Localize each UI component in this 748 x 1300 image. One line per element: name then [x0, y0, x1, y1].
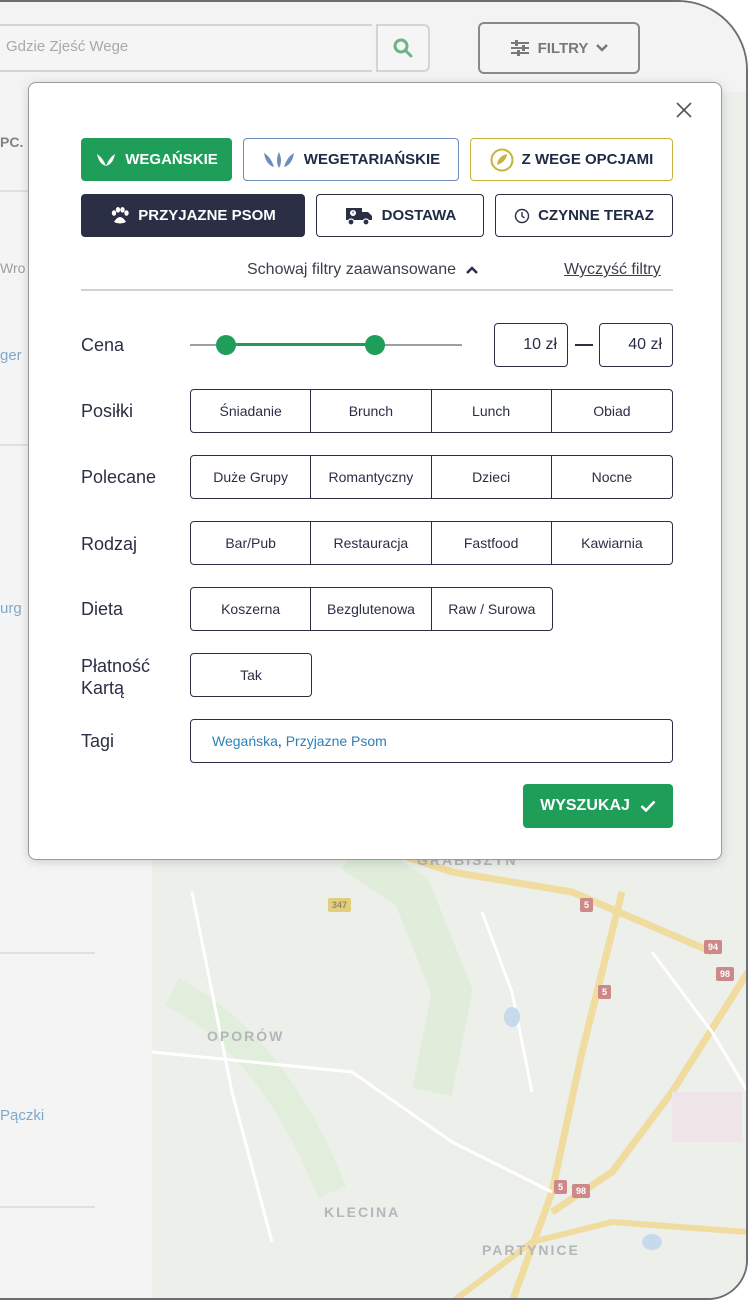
- recommended-option[interactable]: Romantyczny: [311, 456, 432, 498]
- advanced-filters-toggle[interactable]: Schowaj filtry zaawansowane: [247, 261, 478, 279]
- device-frame: Gdzie Zjeść Wege FILTRY PC. Wro ger urg …: [0, 0, 748, 1300]
- diet-option[interactable]: Raw / Surowa: [432, 588, 552, 630]
- check-icon: [640, 800, 656, 812]
- close-button[interactable]: [673, 101, 695, 123]
- type-option[interactable]: Kawiarnia: [552, 522, 672, 564]
- meals-label: Posiłki: [81, 401, 134, 421]
- card-payment-option[interactable]: Tak: [191, 654, 311, 696]
- advanced-filters-label: Schowaj filtry zaawansowane: [247, 261, 456, 278]
- chip-open-now[interactable]: CZYNNE TERAZ: [495, 194, 673, 237]
- chip-vegan[interactable]: WEGAŃSKIE: [81, 138, 232, 181]
- card-payment-label: Płatność Kartą: [81, 655, 150, 699]
- close-icon: [676, 102, 692, 118]
- filters-modal: WEGAŃSKIE WEGETARIAŃSKIE Z WEGE OPCJAMI: [28, 82, 722, 860]
- type-option[interactable]: Fastfood: [432, 522, 552, 564]
- recommended-label: Polecane: [81, 467, 157, 487]
- chip-open-now-label: CZYNNE TERAZ: [538, 207, 654, 224]
- meal-option[interactable]: Obiad: [552, 390, 672, 432]
- clock-icon: [514, 208, 530, 223]
- diet-option[interactable]: Bezglutenowa: [311, 588, 432, 630]
- chip-dog-friendly[interactable]: PRZYJAZNE PSOM: [81, 194, 305, 237]
- diet-option[interactable]: Koszerna: [191, 588, 312, 630]
- chip-vegetarian[interactable]: WEGETARIAŃSKIE: [243, 138, 459, 181]
- price-slider-min-handle[interactable]: [216, 335, 236, 355]
- clear-filters-link[interactable]: Wyczyść filtry: [564, 261, 661, 279]
- search-submit-label: WYSZUKAJ: [540, 797, 630, 814]
- chip-vegetarian-label: WEGETARIAŃSKIE: [303, 151, 441, 168]
- price-label: Cena: [81, 335, 125, 355]
- tags-label: Tagi: [81, 731, 115, 751]
- meals-options: Śniadanie Brunch Lunch Obiad: [190, 389, 673, 433]
- tags-input[interactable]: Wegańska, Przyjazne Psom: [190, 719, 673, 763]
- paw-icon: [112, 206, 129, 223]
- chip-delivery-label: DOSTAWA: [381, 207, 457, 224]
- price-dash: [575, 344, 593, 346]
- section-divider: [81, 289, 673, 291]
- recommended-options: Duże Grupy Romantyczny Dzieci Nocne: [190, 455, 673, 499]
- price-max-input[interactable]: 40 zł: [599, 323, 673, 367]
- type-option[interactable]: Restauracja: [311, 522, 432, 564]
- type-label: Rodzaj: [81, 534, 138, 554]
- chip-vege-options[interactable]: Z WEGE OPCJAMI: [470, 138, 673, 181]
- chip-dog-friendly-label: PRZYJAZNE PSOM: [138, 207, 276, 224]
- price-min-input[interactable]: 10 zł: [494, 323, 568, 367]
- card-payment-label-line2: Kartą: [81, 678, 125, 698]
- tag-item[interactable]: Przyjazne Psom: [286, 733, 387, 749]
- diet-label: Dieta: [81, 599, 124, 619]
- price-slider-max-handle[interactable]: [365, 335, 385, 355]
- chip-vege-options-label: Z WEGE OPCJAMI: [521, 151, 654, 168]
- price-slider-range: [227, 343, 377, 346]
- search-submit-button[interactable]: WYSZUKAJ: [523, 784, 673, 828]
- leaves-icon: [263, 151, 294, 168]
- leaf-icon: [97, 153, 116, 166]
- recommended-option[interactable]: Nocne: [552, 456, 672, 498]
- meal-option[interactable]: Lunch: [432, 390, 552, 432]
- recommended-option[interactable]: Dzieci: [432, 456, 552, 498]
- type-option[interactable]: Bar/Pub: [191, 522, 312, 564]
- card-payment-label-line1: Płatność: [81, 656, 151, 676]
- chip-vegan-label: WEGAŃSKIE: [125, 151, 218, 168]
- meal-option[interactable]: Śniadanie: [191, 390, 312, 432]
- type-options: Bar/Pub Restauracja Fastfood Kawiarnia: [190, 521, 673, 565]
- chevron-up-icon: [466, 266, 478, 274]
- tag-separator: ,: [277, 733, 286, 749]
- meal-option[interactable]: Brunch: [311, 390, 432, 432]
- card-payment-options: Tak: [190, 653, 312, 697]
- truck-icon: [345, 207, 372, 226]
- diet-options: Koszerna Bezglutenowa Raw / Surowa: [190, 587, 553, 631]
- chip-delivery[interactable]: DOSTAWA: [316, 194, 484, 237]
- recommended-option[interactable]: Duże Grupy: [191, 456, 312, 498]
- leaf-circle-icon: [490, 148, 514, 171]
- tag-item[interactable]: Wegańska: [212, 733, 278, 749]
